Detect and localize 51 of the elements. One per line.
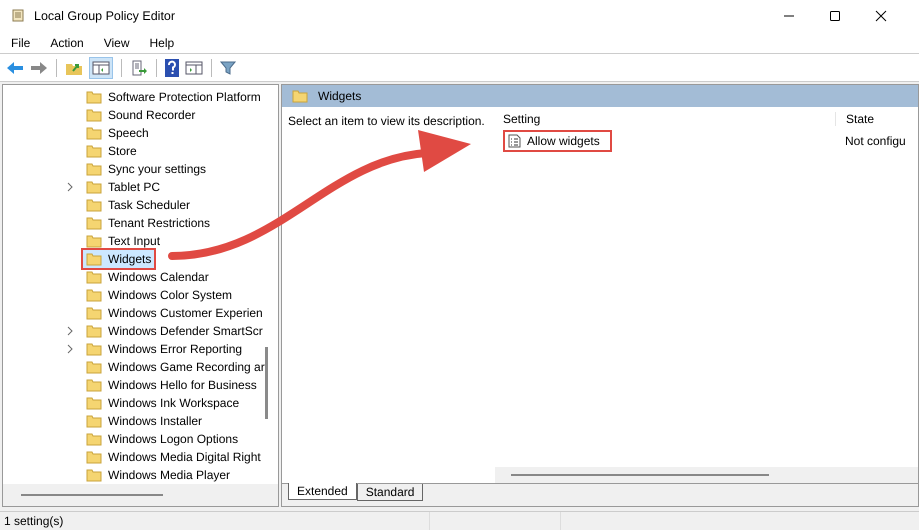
tab[interactable]: Standard xyxy=(356,484,424,501)
folder-icon xyxy=(86,468,102,482)
column-header[interactable]: Setting xyxy=(495,112,835,126)
help-icon[interactable] xyxy=(165,58,179,76)
chevron-right-icon[interactable] xyxy=(67,182,74,192)
column-header[interactable]: State xyxy=(835,112,918,126)
status-text: 1 setting(s) xyxy=(4,514,64,528)
maximize-icon[interactable] xyxy=(829,10,841,22)
menu-item[interactable]: File xyxy=(11,36,30,50)
folder-icon xyxy=(86,198,102,212)
vertical-scrollbar-thumb[interactable] xyxy=(265,347,268,419)
tree-item[interactable]: Widgets xyxy=(81,248,156,270)
folder-icon xyxy=(86,396,102,410)
folder-icon xyxy=(86,162,102,176)
menu-item[interactable]: Action xyxy=(50,36,84,50)
details-title: Widgets xyxy=(318,89,362,103)
menu-item[interactable]: View xyxy=(104,36,130,50)
forward-arrow-icon[interactable] xyxy=(30,60,48,76)
folder-icon xyxy=(86,216,102,230)
description-text: Select an item to view its description. xyxy=(288,114,485,128)
horizontal-scrollbar-thumb[interactable] xyxy=(21,494,163,496)
folder-icon xyxy=(292,89,308,103)
window-title: Local Group Policy Editor xyxy=(34,9,176,23)
folder-icon xyxy=(86,342,102,356)
horizontal-scrollbar-thumb[interactable] xyxy=(511,474,769,476)
policy-icon xyxy=(508,134,521,148)
folder-icon xyxy=(86,252,102,266)
folder-icon xyxy=(86,306,102,320)
tab[interactable]: Extended xyxy=(288,483,357,500)
table-cell-text: Not configu xyxy=(844,134,907,148)
export-list-icon[interactable] xyxy=(130,60,148,76)
folder-icon xyxy=(86,378,102,392)
folder-icon xyxy=(86,180,102,194)
folder-icon xyxy=(86,144,102,158)
folder-icon xyxy=(86,414,102,428)
menu-item[interactable]: Help xyxy=(150,36,174,50)
close-icon[interactable] xyxy=(875,10,887,22)
setting-item[interactable]: Allow widgets xyxy=(503,130,612,152)
folder-icon xyxy=(86,324,102,338)
show-hide-tree-icon[interactable] xyxy=(89,56,113,78)
folder-icon xyxy=(86,108,102,122)
folder-icon xyxy=(86,360,102,374)
folder-icon xyxy=(86,450,102,464)
back-arrow-icon[interactable] xyxy=(6,60,24,76)
scroll-icon xyxy=(10,8,26,24)
folder-icon xyxy=(86,126,102,140)
window-pane-icon[interactable] xyxy=(185,60,203,76)
folder-icon xyxy=(86,432,102,446)
folder-icon xyxy=(86,90,102,104)
filter-icon[interactable] xyxy=(220,60,236,76)
folder-icon xyxy=(86,288,102,302)
